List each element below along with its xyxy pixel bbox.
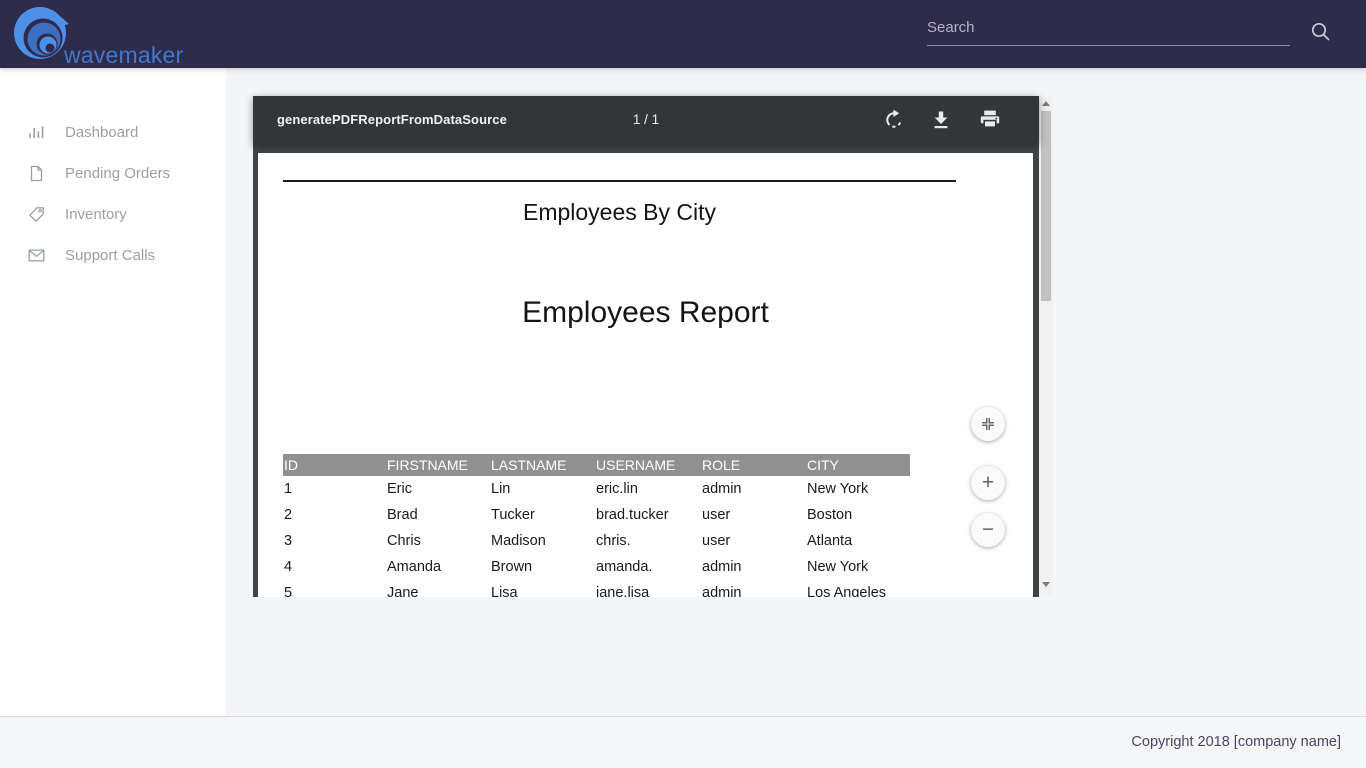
sidebar: Dashboard Pending Orders Inventory Support … [0, 68, 226, 716]
report-table: IDFIRSTNAMELASTNAMEUSERNAMEROLECITY 1Eric… [283, 454, 910, 597]
table-cell: 3 [283, 528, 386, 554]
table-cell: Tucker [490, 502, 595, 528]
table-cell: user [701, 502, 806, 528]
search-box [927, 11, 1290, 51]
app-header: wavemaker [0, 0, 1366, 68]
table-cell: Jane [386, 580, 490, 597]
table-cell: Brad [386, 502, 490, 528]
table-header-cell: FIRSTNAME [386, 454, 490, 476]
report-title: Employees Report [258, 296, 1033, 330]
table-cell: Lisa [490, 580, 595, 597]
fit-to-page-icon [978, 414, 998, 434]
search-icon[interactable] [1310, 21, 1331, 42]
pdf-page-indicator: 1 / 1 [253, 96, 1039, 144]
table-cell: amanda. [595, 554, 701, 580]
print-button[interactable] [977, 107, 1003, 133]
table-cell: admin [701, 580, 806, 597]
bar-chart-icon [28, 124, 45, 141]
app-root: wavemaker Dashboard Pending Orders Invento… [0, 0, 1366, 768]
sidebar-item-label: Dashboard [65, 124, 138, 141]
table-cell: chris. [595, 528, 701, 554]
scroll-up-arrow-icon[interactable] [1039, 97, 1053, 110]
zoom-in-button[interactable]: + [971, 466, 1005, 500]
table-cell: Amanda [386, 554, 490, 580]
rotate-button[interactable] [881, 107, 907, 133]
tag-icon [28, 206, 45, 223]
pdf-scrollbar[interactable] [1039, 96, 1053, 597]
report-header-title: Employees By City [283, 199, 956, 226]
pdf-page: Employees By City Employees Report IDFIR… [258, 153, 1033, 597]
table-cell: New York [806, 476, 910, 502]
sidebar-item-dashboard[interactable]: Dashboard [0, 112, 226, 153]
table-cell: Brown [490, 554, 595, 580]
sidebar-item-label: Inventory [65, 206, 127, 223]
sidebar-item-support-calls[interactable]: Support Calls [0, 235, 226, 276]
scroll-down-arrow-icon[interactable] [1039, 578, 1053, 591]
rotate-clockwise-icon [881, 107, 907, 133]
wavemaker-logo-icon [13, 6, 69, 62]
envelope-icon [28, 247, 45, 264]
table-cell: New York [806, 554, 910, 580]
pdf-viewer: generatePDFReportFromDataSource 1 / 1 [253, 96, 1053, 597]
copyright-text: Copyright 2018 [company name] [1131, 717, 1341, 767]
sidebar-item-label: Pending Orders [65, 165, 170, 182]
table-cell: Madison [490, 528, 595, 554]
table-header-cell: LASTNAME [490, 454, 595, 476]
table-cell: brad.tucker [595, 502, 701, 528]
app-logo[interactable]: wavemaker [13, 6, 203, 64]
download-button[interactable] [928, 107, 954, 133]
table-cell: admin [701, 476, 806, 502]
download-icon [928, 107, 954, 133]
table-header-cell: CITY [806, 454, 910, 476]
sidebar-item-label: Support Calls [65, 247, 155, 264]
table-header-cell: ID [283, 454, 386, 476]
zoom-out-button[interactable]: − [971, 513, 1005, 547]
table-cell: Los Angeles [806, 580, 910, 597]
app-footer: Copyright 2018 [company name] [0, 716, 1366, 768]
search-input[interactable] [927, 11, 1290, 46]
table-cell: 2 [283, 502, 386, 528]
sidebar-nav: Dashboard Pending Orders Inventory Support … [0, 68, 226, 276]
table-cell: Atlanta [806, 528, 910, 554]
print-icon [977, 107, 1003, 133]
sidebar-item-pending-orders[interactable]: Pending Orders [0, 153, 226, 194]
pdf-toolbar: generatePDFReportFromDataSource 1 / 1 [253, 96, 1039, 144]
report-divider-line [283, 180, 956, 182]
logo-text: wavemaker [64, 42, 183, 69]
table-cell: Eric [386, 476, 490, 502]
table-header-cell: ROLE [701, 454, 806, 476]
table-cell: admin [701, 554, 806, 580]
table-cell: 4 [283, 554, 386, 580]
table-cell: Chris [386, 528, 490, 554]
table-cell: Boston [806, 502, 910, 528]
table-cell: eric.lin [595, 476, 701, 502]
table-cell: Lin [490, 476, 595, 502]
scrollbar-thumb[interactable] [1041, 111, 1051, 301]
fit-to-page-button[interactable] [971, 407, 1005, 441]
table-header-cell: USERNAME [595, 454, 701, 476]
document-icon [28, 165, 45, 182]
sidebar-item-inventory[interactable]: Inventory [0, 194, 226, 235]
table-cell: user [701, 528, 806, 554]
table-cell: 5 [283, 580, 386, 597]
table-cell: 1 [283, 476, 386, 502]
table-cell: jane.lisa [595, 580, 701, 597]
